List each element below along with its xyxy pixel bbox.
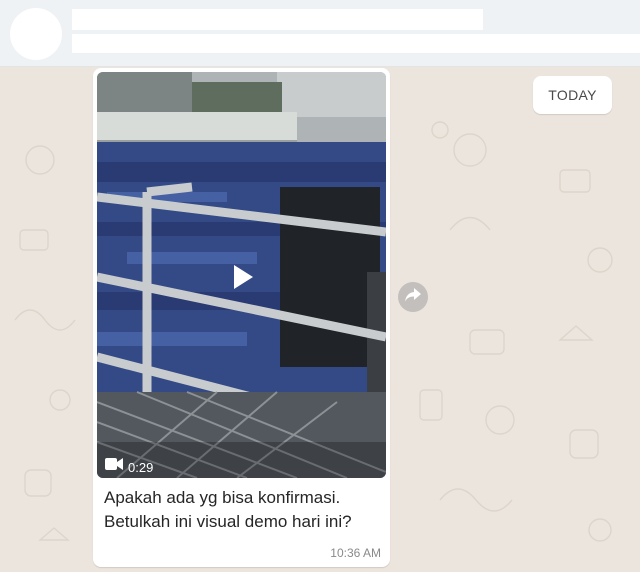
chat-header: [0, 0, 640, 67]
message-timestamp: 10:36 AM: [330, 546, 381, 560]
date-divider: TODAY: [533, 76, 612, 114]
forward-button[interactable]: [398, 282, 428, 312]
play-icon[interactable]: [227, 262, 257, 292]
message-caption: Apakah ada yg bisa konfirmasi. Betulkah …: [104, 486, 384, 534]
video-thumbnail[interactable]: 0:29: [97, 72, 386, 478]
caption-line: Apakah ada yg bisa konfirmasi.: [104, 488, 341, 507]
contact-avatar[interactable]: [10, 8, 62, 60]
redacted-contact-name: [72, 9, 483, 30]
video-duration-badge: 0:29: [105, 458, 153, 476]
video-camera-icon: [105, 458, 123, 473]
message-bubble[interactable]: 0:29 Apakah ada yg bisa konfirmasi. Betu…: [93, 68, 390, 567]
redacted-contact-status: [72, 34, 640, 53]
forward-icon: [405, 287, 421, 307]
video-duration: 0:29: [128, 459, 154, 475]
date-divider-label: TODAY: [548, 87, 597, 103]
caption-line: Betulkah ini visual demo hari ini?: [104, 512, 352, 531]
